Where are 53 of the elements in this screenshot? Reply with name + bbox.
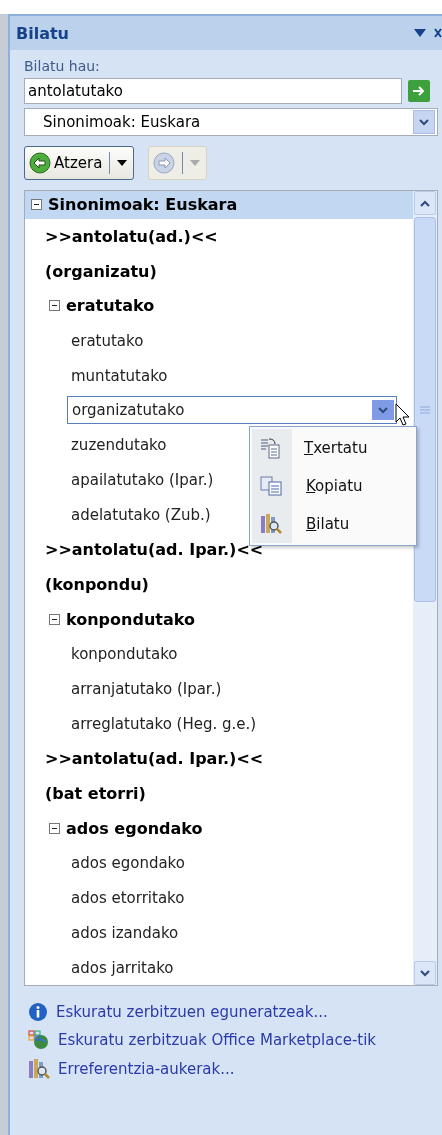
synonym-item[interactable]: ados egondako	[71, 854, 185, 873]
chevron-down-icon	[419, 118, 429, 126]
dropdown-icon[interactable]	[414, 29, 426, 37]
go-button[interactable]	[408, 80, 430, 102]
category-heading: (organizatu)	[45, 261, 157, 281]
synonym-item[interactable]: ados izandako	[71, 923, 179, 942]
synonym-item[interactable]: apailatutako (Ipar.)	[71, 471, 214, 490]
synonym-item[interactable]: zuzendutako	[71, 436, 167, 455]
back-button[interactable]: Atzera	[24, 146, 135, 180]
synonym-item[interactable]: ados etorritako	[71, 889, 185, 907]
synonym-item[interactable]: konpondutako	[71, 645, 178, 664]
synonym-item[interactable]: organizatutako	[67, 396, 397, 425]
footer-link[interactable]: Erreferentzia-aukerak...	[28, 1058, 442, 1080]
search-label: Bilatu hau:	[24, 58, 101, 74]
scrollbar-thumb[interactable]	[414, 217, 436, 602]
meaning-heading: >>antolatu(ad. Ipar.)<<	[45, 749, 264, 769]
synonym-item[interactable]: arreglatutako (Heg. g.e.)	[71, 714, 257, 733]
synonym-item[interactable]: eratutako	[71, 331, 144, 350]
chevron-down-icon	[378, 406, 388, 414]
category-heading: (bat etorri)	[45, 784, 146, 803]
books-magnifier-icon	[260, 513, 282, 535]
synonym-group[interactable]: ados egondako	[66, 818, 203, 838]
category-heading: (konpondu)	[45, 575, 149, 595]
synonym-group[interactable]: eratutako	[66, 296, 155, 316]
synonym-group[interactable]: konpondutako	[66, 609, 195, 629]
synonym-item[interactable]: arranjatutako (Ipar.)	[71, 680, 222, 699]
books-magnifier-icon	[28, 1058, 50, 1080]
collapse-icon[interactable]	[31, 199, 42, 211]
info-icon	[28, 1002, 48, 1022]
source-dropdown[interactable]: Sinonimoak: Euskara	[24, 108, 438, 136]
results-header[interactable]: Sinonimoak: Euskara	[25, 191, 413, 219]
synonym-item[interactable]: muntatutako	[71, 366, 168, 385]
meaning-heading: >>antolatu(ad.)<<	[45, 226, 218, 246]
pane-title: Bilatu	[16, 23, 70, 43]
arrow-right-icon	[412, 85, 426, 97]
search-field[interactable]: antolatutako	[24, 78, 402, 104]
synonym-item[interactable]: adelatutako (Zub.)	[71, 505, 211, 524]
footer-link[interactable]: Eskuratu zerbitzuen eguneratzeak...	[28, 1002, 442, 1022]
meaning-heading: >>antolatu(ad. Ipar.)<<	[45, 540, 264, 560]
footer-link[interactable]: Eskuratu zerbitzuak Office Marketplace-tik	[28, 1030, 442, 1050]
scrollbar[interactable]	[413, 191, 437, 985]
collapse-icon[interactable]	[49, 300, 60, 312]
caret-icon	[190, 160, 201, 166]
globe-grid-icon	[28, 1030, 50, 1050]
chevron-down-icon	[420, 969, 430, 977]
collapse-icon[interactable]	[49, 822, 60, 834]
insert-document-icon	[260, 437, 280, 459]
collapse-icon[interactable]	[49, 613, 60, 625]
close-icon[interactable]	[434, 28, 442, 38]
caret-icon	[117, 160, 128, 166]
copy-icon	[260, 476, 282, 496]
synonym-item[interactable]: ados jarritako	[71, 958, 174, 977]
chevron-up-icon	[420, 199, 430, 207]
